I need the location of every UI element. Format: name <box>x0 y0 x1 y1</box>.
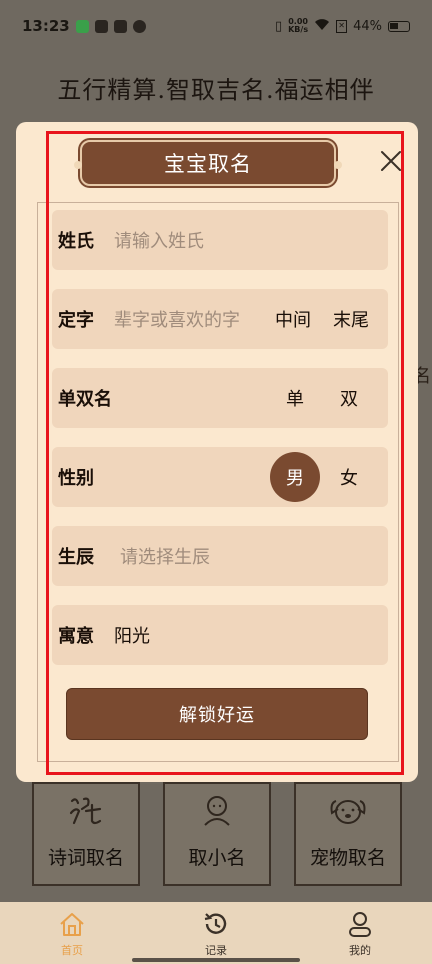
fixed-char-position: 中间 末尾 <box>262 294 378 344</box>
feature-cards: 诗词取名 取小名 宠物取名 <box>32 782 402 886</box>
gender-options: 男 女 <box>266 452 374 502</box>
nav-item-home[interactable]: 首页 <box>0 902 144 964</box>
dog-face-icon <box>328 793 368 835</box>
card-label: 宠物取名 <box>309 847 386 869</box>
name-length-row: 单双名 单 双 <box>52 368 388 428</box>
nav-label: 首页 <box>61 943 83 957</box>
header-ornament-left <box>74 161 82 169</box>
single-name-option[interactable]: 单 <box>270 373 320 423</box>
birth-label: 生辰 <box>58 547 94 568</box>
close-icon <box>381 151 401 171</box>
card-label: 诗词取名 <box>47 847 124 869</box>
surname-input[interactable]: 请输入姓氏 <box>114 227 204 253</box>
birth-row[interactable]: 生辰 请选择生辰 <box>52 526 388 586</box>
net-speed-unit: KB/s <box>288 25 309 34</box>
history-icon <box>201 909 231 939</box>
dialog-title: 宝宝取名 <box>164 152 252 176</box>
poem-glyph-icon <box>68 793 104 835</box>
app-notification-icon <box>75 19 89 33</box>
bottom-nav: 首页 记录 我的 <box>0 902 432 964</box>
battery-percent: 44% <box>353 18 382 34</box>
user-icon <box>345 909 375 939</box>
fixed-char-row: 定字 辈字或喜欢的字 中间 末尾 <box>52 289 388 349</box>
fixed-char-label: 定字 <box>58 310 94 331</box>
nav-label: 我的 <box>349 943 371 957</box>
status-time: 13:23 <box>22 17 70 35</box>
gender-female-option[interactable]: 女 <box>324 452 374 502</box>
wifi-icon <box>314 17 330 35</box>
header-ornament-right <box>334 161 342 169</box>
net-speed: 0.00 KB/s <box>288 18 308 34</box>
card-poem-naming[interactable]: 诗词取名 <box>32 782 140 886</box>
status-bar: 13:23 ▯ 0.00 KB/s ✕ 44% <box>0 0 432 52</box>
meaning-row[interactable]: 寓意 阳光 <box>52 605 388 665</box>
double-name-option[interactable]: 双 <box>324 373 374 423</box>
gender-male-option[interactable]: 男 <box>270 452 320 502</box>
meaning-input[interactable]: 阳光 <box>114 622 150 648</box>
page-title: 五行精算.智取吉名.福运相伴 <box>57 76 375 104</box>
gender-label: 性别 <box>58 468 94 489</box>
meaning-label: 寓意 <box>58 626 94 647</box>
position-middle-option[interactable]: 中间 <box>266 294 320 344</box>
wallet-notification-icon <box>113 19 127 33</box>
dialog-header: 宝宝取名 <box>74 140 342 186</box>
baby-naming-dialog: 宝宝取名 姓氏 请输入姓氏 定字 辈字或喜欢的字 中间 末尾 单双名 单 双 性… <box>16 122 418 782</box>
position-end-option[interactable]: 末尾 <box>324 294 378 344</box>
no-sim-icon: ✕ <box>336 19 348 33</box>
name-length-label: 单双名 <box>58 389 112 410</box>
surname-label: 姓氏 <box>58 231 94 252</box>
home-icon <box>57 909 87 939</box>
gender-row: 性别 男 女 <box>52 447 388 507</box>
mail-notification-icon <box>94 19 108 33</box>
surname-row[interactable]: 姓氏 请输入姓氏 <box>52 210 388 270</box>
name-length-options: 单 双 <box>266 373 374 423</box>
card-label: 取小名 <box>188 847 246 869</box>
status-left: 13:23 <box>22 17 146 35</box>
card-pet-naming[interactable]: 宠物取名 <box>294 782 402 886</box>
link-notification-icon <box>132 19 146 33</box>
nav-label: 记录 <box>205 943 227 957</box>
close-button[interactable] <box>380 150 402 172</box>
battery-icon <box>388 20 410 32</box>
nav-item-history[interactable]: 记录 <box>144 902 288 964</box>
birth-picker[interactable]: 请选择生辰 <box>120 543 210 569</box>
unlock-luck-button[interactable]: 解锁好运 <box>66 688 368 740</box>
nav-item-profile[interactable]: 我的 <box>288 902 432 964</box>
status-right: ▯ 0.00 KB/s ✕ 44% <box>275 17 410 35</box>
vibrate-icon: ▯ <box>274 18 283 34</box>
person-face-icon <box>200 793 234 835</box>
card-nickname[interactable]: 取小名 <box>163 782 271 886</box>
home-indicator <box>132 958 300 962</box>
fixed-char-input[interactable]: 辈字或喜欢的字 <box>114 306 240 332</box>
